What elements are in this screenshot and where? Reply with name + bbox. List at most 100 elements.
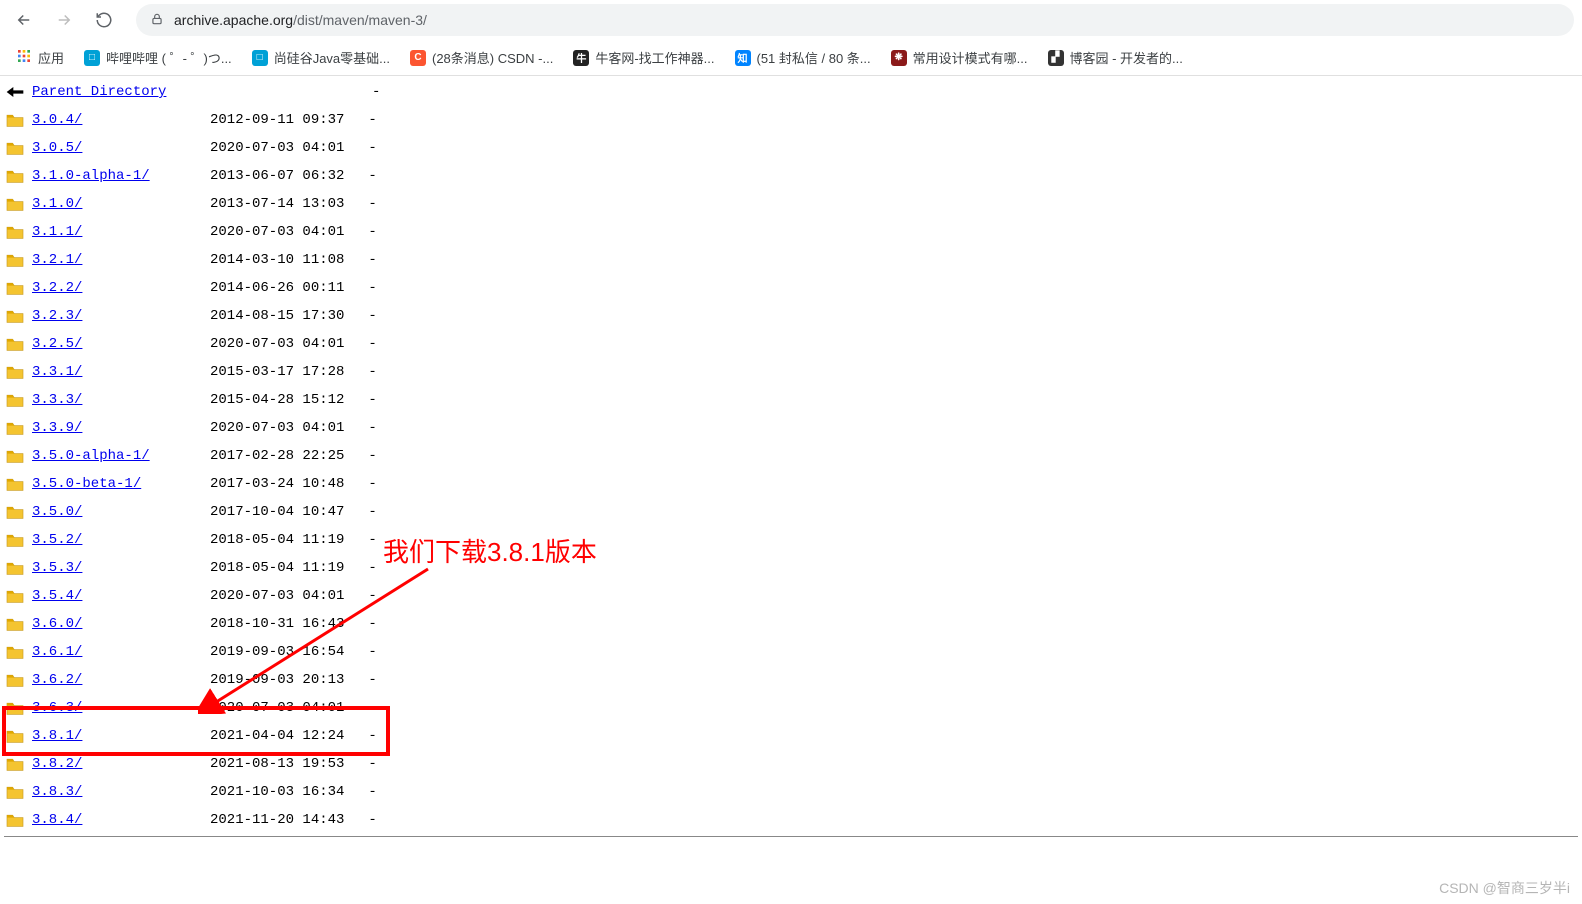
directory-row: 3.3.1/2015-03-17 17:28- <box>4 358 1578 386</box>
directory-link[interactable]: 3.2.5/ <box>32 336 192 352</box>
directory-date: 2015-03-17 17:28 <box>210 364 344 380</box>
back-arrow-icon <box>4 83 26 101</box>
bookmark-label: 牛客网-找工作神器... <box>595 48 714 67</box>
apps-grid-icon <box>16 48 32 67</box>
directory-link[interactable]: 3.8.4/ <box>32 812 192 828</box>
directory-link[interactable]: 3.1.1/ <box>32 224 192 240</box>
bookmark-item[interactable]: □ 哔哩哔哩 ( ゜- ゜)つ... <box>76 44 240 71</box>
bookmark-favicon: 知 <box>735 50 751 66</box>
bookmarks-bar: 应用 □ 哔哩哔哩 ( ゜- ゜)つ... □尚硅谷Java零基础...C(28条消… <box>0 40 1582 76</box>
directory-link[interactable]: 3.8.1/ <box>32 728 192 744</box>
directory-link[interactable]: 3.5.0/ <box>32 504 192 520</box>
directory-size: - <box>368 672 376 688</box>
directory-link[interactable]: 3.6.0/ <box>32 616 192 632</box>
bookmark-item[interactable]: C(28条消息) CSDN -... <box>402 44 561 71</box>
directory-size: - <box>368 784 376 800</box>
directory-row: 3.8.4/2021-11-20 14:43 - <box>4 806 1578 834</box>
directory-date: 2017-02-28 22:25 <box>210 448 344 464</box>
directory-row: 3.8.3/2021-10-03 16:34- <box>4 778 1578 806</box>
directory-size: - <box>368 112 376 128</box>
directory-link[interactable]: 3.5.0-alpha-1/ <box>32 448 192 464</box>
directory-link[interactable]: 3.8.3/ <box>32 784 192 800</box>
directory-date: 2019-09-03 20:13 <box>210 672 344 688</box>
directory-size: - <box>368 588 376 604</box>
address-bar[interactable]: archive.apache.org/dist/maven/maven-3/ <box>136 4 1574 36</box>
directory-link[interactable]: 3.5.4/ <box>32 588 192 604</box>
bookmark-label: 哔哩哔哩 ( ゜- ゜)つ... <box>106 48 232 67</box>
directory-date: 2017-03-24 10:48 <box>210 476 344 492</box>
reload-button[interactable] <box>88 4 120 36</box>
folder-icon <box>4 503 26 521</box>
directory-row: 3.2.1/2014-03-10 11:08 - <box>4 246 1578 274</box>
directory-link[interactable]: 3.6.2/ <box>32 672 192 688</box>
forward-button[interactable] <box>48 4 80 36</box>
directory-size: - <box>368 448 376 464</box>
directory-date: 2020-07-03 04:01 <box>210 420 344 436</box>
directory-date: 2014-06-26 00:11 <box>210 280 344 296</box>
directory-row: 3.5.0-beta-1/2017-03-24 10:48 - <box>4 470 1578 498</box>
back-button[interactable] <box>8 4 40 36</box>
directory-date: 2018-10-31 16:43 <box>210 616 344 632</box>
directory-date: 2019-09-03 16:54 <box>210 644 344 660</box>
directory-link[interactable]: 3.1.0-alpha-1/ <box>32 168 192 184</box>
directory-row: 3.1.1/2020-07-03 04:01- <box>4 218 1578 246</box>
folder-icon <box>4 531 26 549</box>
bookmark-item[interactable]: 知(51 封私信 / 80 条... <box>727 44 879 71</box>
directory-link[interactable]: 3.3.3/ <box>32 392 192 408</box>
directory-link[interactable]: 3.2.1/ <box>32 252 192 268</box>
directory-size: - <box>368 252 376 268</box>
bookmark-item[interactable]: ▞博客园 - 开发者的... <box>1040 44 1191 71</box>
directory-link[interactable]: 3.6.1/ <box>32 644 192 660</box>
directory-date: 2021-11-20 14:43 <box>210 812 344 828</box>
apps-button[interactable]: 应用 <box>8 44 72 71</box>
bookmark-favicon: □ <box>84 50 100 66</box>
directory-row: 3.6.3/2020-07-03 04:01- <box>4 694 1578 722</box>
directory-link[interactable]: 3.1.0/ <box>32 196 192 212</box>
directory-link[interactable]: 3.3.1/ <box>32 364 192 380</box>
apps-label: 应用 <box>38 48 64 67</box>
directory-size: - <box>368 140 376 156</box>
parent-directory-size: - <box>372 84 380 100</box>
directory-date: 2021-08-13 19:53 <box>210 756 344 772</box>
directory-size: - <box>368 812 376 828</box>
directory-link[interactable]: 3.2.2/ <box>32 280 192 296</box>
parent-directory-link[interactable]: Parent Directory <box>32 84 192 100</box>
directory-link[interactable]: 3.2.3/ <box>32 308 192 324</box>
directory-date: 2018-05-04 11:19 <box>210 532 344 548</box>
bookmark-item[interactable]: ❋常用设计模式有哪... <box>883 44 1036 71</box>
folder-icon <box>4 223 26 241</box>
directory-size: - <box>368 560 376 576</box>
folder-icon <box>4 335 26 353</box>
directory-link[interactable]: 3.3.9/ <box>32 420 192 436</box>
directory-size: - <box>368 756 376 772</box>
folder-icon <box>4 391 26 409</box>
directory-link[interactable]: 3.0.4/ <box>32 112 192 128</box>
directory-link[interactable]: 3.6.3/ <box>32 700 192 716</box>
directory-date: 2021-04-04 12:24 <box>210 728 344 744</box>
directory-link[interactable]: 3.5.2/ <box>32 532 192 548</box>
directory-row: 3.5.0-alpha-1/2017-02-28 22:25 - <box>4 442 1578 470</box>
directory-date: 2020-07-03 04:01 <box>210 588 344 604</box>
folder-icon <box>4 643 26 661</box>
folder-icon <box>4 279 26 297</box>
directory-size: - <box>368 336 376 352</box>
directory-link[interactable]: 3.5.3/ <box>32 560 192 576</box>
bookmark-item[interactable]: □尚硅谷Java零基础... <box>244 44 398 71</box>
folder-icon <box>4 195 26 213</box>
directory-size: - <box>368 476 376 492</box>
bookmark-item[interactable]: 牛牛客网-找工作神器... <box>565 44 722 71</box>
directory-link[interactable]: 3.5.0-beta-1/ <box>32 476 192 492</box>
directory-size: - <box>368 392 376 408</box>
browser-toolbar: archive.apache.org/dist/maven/maven-3/ <box>0 0 1582 40</box>
folder-icon <box>4 811 26 829</box>
directory-link[interactable]: 3.8.2/ <box>32 756 192 772</box>
directory-row: 3.0.5/2020-07-03 04:01- <box>4 134 1578 162</box>
folder-icon <box>4 671 26 689</box>
directory-link[interactable]: 3.0.5/ <box>32 140 192 156</box>
directory-size: - <box>368 168 376 184</box>
directory-row: 3.6.1/2019-09-03 16:54- <box>4 638 1578 666</box>
bookmark-favicon: ▞ <box>1048 50 1064 66</box>
directory-row: 3.8.1/2021-04-04 12:24- <box>4 722 1578 750</box>
directory-date: 2014-03-10 11:08 <box>210 252 344 268</box>
parent-directory-row: Parent Directory - <box>4 78 1578 106</box>
